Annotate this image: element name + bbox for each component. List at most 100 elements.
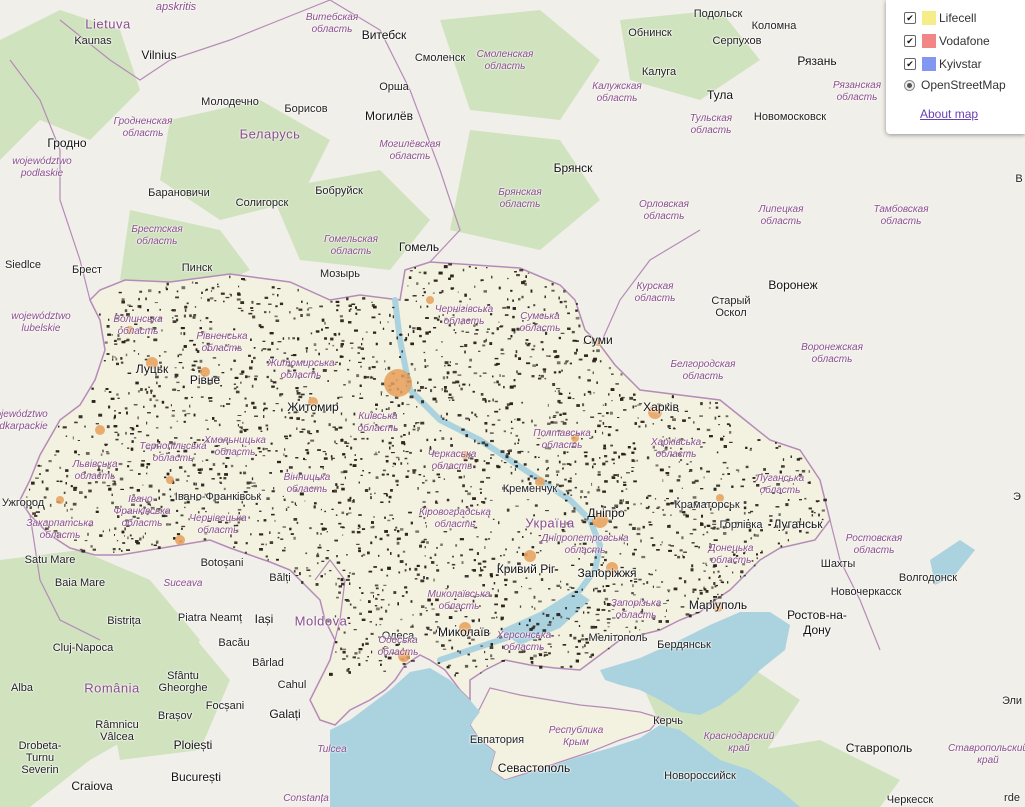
coverage-speck [346,554,348,556]
coverage-speck [120,326,123,328]
about-map-link[interactable]: About map [920,107,978,121]
coverage-speck [267,558,269,561]
coverage-speck [412,471,416,474]
coverage-speck [615,383,619,385]
coverage-speck [412,327,416,330]
vodafone-checkbox[interactable]: ✔ [904,35,916,47]
kyivstar-checkbox[interactable]: ✔ [904,58,916,70]
coverage-speck [223,477,227,480]
coverage-speck [208,397,210,400]
coverage-speck [597,633,600,635]
coverage-speck [661,440,664,443]
coverage-speck [502,486,506,490]
coverage-speck [26,496,28,498]
coverage-speck [457,506,460,510]
layer-row-openstreetmap[interactable]: OpenStreetMap [904,75,1006,95]
coverage-speck [335,300,340,303]
coverage-speck [610,388,615,391]
coverage-speck [496,616,498,619]
coverage-speck [332,344,335,347]
coverage-speck [491,617,496,619]
coverage-speck [662,509,664,511]
coverage-speck [316,532,319,535]
coverage-speck [125,353,128,357]
coverage-speck [219,477,222,479]
coverage-speck [616,480,619,483]
coverage-speck [667,525,671,528]
coverage-speck [342,658,346,660]
coverage-speck [565,607,567,610]
coverage-speck [341,438,343,442]
coverage-speck [177,390,180,392]
coverage-speck [157,546,161,549]
coverage-speck [219,482,223,484]
coverage-speck [811,514,814,517]
coverage-speck [269,541,274,544]
coverage-speck [255,454,257,456]
coverage-speck [662,603,667,604]
coverage-speck [183,420,186,423]
coverage-speck [115,313,118,316]
coverage-speck [483,290,487,293]
coverage-speck [578,625,581,627]
coverage-speck [446,627,448,629]
coverage-speck [24,501,28,504]
coverage-speck [452,314,455,316]
coverage-speck [435,629,437,633]
coverage-speck [489,594,492,597]
coverage-speck [117,333,120,337]
coverage-speck [557,454,559,457]
coverage-speck [117,337,121,341]
coverage-speck [706,524,711,527]
coverage-speck [470,457,474,460]
coverage-speck [324,337,327,340]
coverage-speck [349,603,352,606]
coverage-speck [818,513,820,517]
coverage-speck [670,514,672,516]
coverage-speck [313,505,316,509]
coverage-speck [430,602,433,606]
map-view[interactable]: Беларусь Україна Moldova România Lietuva… [0,0,1025,807]
coverage-speck [666,502,670,506]
coverage-speck [348,572,351,574]
coverage-speck [467,492,471,496]
coverage-speck [165,286,168,289]
coverage-speck [424,359,426,362]
coverage-speck [111,334,113,336]
coverage-speck [138,297,140,301]
coverage-speck [444,361,449,365]
coverage-speck [102,530,104,533]
coverage-speck [799,530,802,533]
layer-row-lifecell[interactable]: ✔ Lifecell [904,8,976,28]
coverage-speck [174,367,177,369]
coverage-speck [407,333,409,337]
coverage-speck [221,372,225,374]
coverage-speck [124,527,126,531]
coverage-speck [186,500,190,504]
coverage-speck [107,471,110,474]
coverage-speck [403,413,405,415]
coverage-speck [677,452,682,456]
coverage-speck [680,459,683,462]
coverage-speck [340,355,344,358]
coverage-speck [355,306,357,309]
openstreetmap-radio[interactable] [904,79,915,91]
coverage-speck [45,520,48,522]
coverage-speck [121,298,125,301]
layer-row-vodafone[interactable]: ✔ Vodafone [904,31,990,51]
coverage-speck [422,500,426,503]
coverage-speck [753,564,756,567]
coverage-speck [545,510,549,512]
coverage-speck [553,421,558,424]
coverage-speck [295,504,297,506]
lifecell-checkbox[interactable]: ✔ [904,12,916,24]
coverage-speck [373,331,377,334]
coverage-speck [521,295,524,299]
coverage-speck [494,357,499,360]
coverage-speck [422,340,426,343]
coverage-speck [81,549,86,553]
coverage-speck [437,662,441,664]
coverage-speck [659,404,663,407]
coverage-speck [576,404,580,407]
layer-row-kyivstar[interactable]: ✔ Kyivstar [904,54,982,74]
